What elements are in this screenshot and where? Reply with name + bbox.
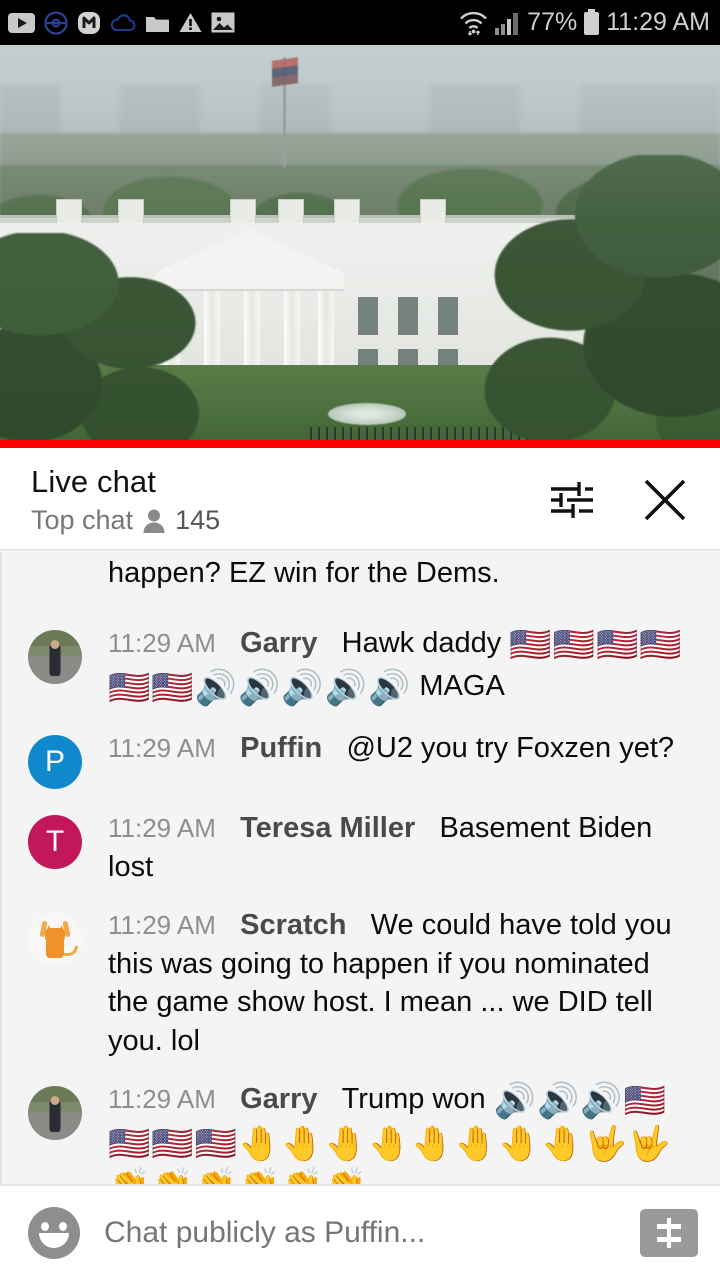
close-icon[interactable] xyxy=(640,475,690,525)
chat-message-author[interactable]: Garry xyxy=(240,1083,317,1115)
page-title: Live chat xyxy=(31,463,156,499)
pokeball-icon xyxy=(44,10,68,35)
chat-message-body: 11:29 AM Teresa Miller Basement Biden lo… xyxy=(82,809,698,886)
avatar[interactable] xyxy=(28,630,82,684)
video-fountain xyxy=(328,403,406,425)
viewer-count: 145 xyxy=(175,505,221,536)
youtube-icon xyxy=(8,12,35,33)
chat-message-body: 11:29 AM Garry Hawk daddy 🇺🇸🇺🇸🇺🇸🇺🇸🇺🇸🇺🇸🔊🔊… xyxy=(82,624,698,709)
chat-message-text: happen? EZ win for the Dems. xyxy=(108,557,500,589)
chat-message-text: Hawk daddy xyxy=(341,627,510,659)
chat-message-timestamp: 11:29 AM xyxy=(108,628,216,658)
chat-message-timestamp: 11:29 AM xyxy=(108,733,216,763)
video-progress-bar[interactable] xyxy=(0,440,720,448)
video-player[interactable] xyxy=(0,45,720,448)
live-chat-header: Live chat Top chat 145 xyxy=(0,448,720,552)
chat-message-author[interactable]: Teresa Miller xyxy=(240,812,415,844)
chat-message-text: Trump won xyxy=(341,1083,494,1116)
chat-message-text: @U2 you try Foxzen yet? xyxy=(346,732,675,764)
person-icon xyxy=(142,508,166,534)
chat-message-scratch-1[interactable]: 11:29 AM Scratch We could have told you … xyxy=(2,896,708,1070)
chat-mode-row[interactable]: Top chat 145 xyxy=(31,505,548,536)
status-bar-notification-icons xyxy=(8,10,235,35)
chat-message-partial[interactable]: happen? EZ win for the Dems. xyxy=(2,552,708,614)
video-right-tree xyxy=(460,155,720,448)
chat-message-author[interactable]: Garry xyxy=(240,627,317,659)
chat-message-body: 11:29 AM Puffin @U2 you try Foxzen yet? xyxy=(82,729,698,768)
image-icon xyxy=(211,12,235,33)
avatar[interactable] xyxy=(28,1086,82,1141)
avatar-letter: T xyxy=(45,825,65,858)
battery-icon xyxy=(583,9,600,36)
chat-input[interactable] xyxy=(104,1216,616,1250)
emoji-face-icon[interactable] xyxy=(28,1207,80,1259)
chat-message-timestamp: 11:29 AM xyxy=(108,813,216,843)
chat-message-teresa-1[interactable]: T 11:29 AM Teresa Miller Basement Biden … xyxy=(2,799,708,896)
chat-message-text-after: MAGA xyxy=(411,669,505,702)
chat-message-garry-2[interactable]: 11:29 AM Garry Trump won 🔊🔊🔊🇺🇸🇺🇸🇺🇸🇺🇸🤚🤚🤚🤚… xyxy=(2,1070,708,1184)
live-chat-message-list[interactable]: happen? EZ win for the Dems. 11:29 AM Ga… xyxy=(0,552,720,1184)
battery-percent-label: 77% xyxy=(527,8,578,36)
chat-message-garry-1[interactable]: 11:29 AM Garry Hawk daddy 🇺🇸🇺🇸🇺🇸🇺🇸🇺🇸🇺🇸🔊🔊… xyxy=(2,614,708,719)
wifi-icon xyxy=(458,9,489,36)
status-bar-clock: 11:29 AM xyxy=(606,8,710,36)
phone-screen: 77% 11:29 AM Live chat Top chat 145 happ… xyxy=(0,0,720,1280)
status-bar: 77% 11:29 AM xyxy=(0,0,720,45)
dollar-superchat-icon[interactable] xyxy=(640,1209,698,1257)
live-chat-header-text: Live chat Top chat 145 xyxy=(31,464,548,537)
chat-composer xyxy=(0,1184,720,1280)
chat-mode-label: Top chat xyxy=(31,505,134,536)
chat-message-body: happen? EZ win for the Dems. xyxy=(82,554,698,593)
m-app-icon xyxy=(77,11,101,35)
chat-message-timestamp: 11:29 AM xyxy=(108,1084,216,1115)
tune-sliders-icon[interactable] xyxy=(548,478,596,522)
avatar[interactable]: T xyxy=(28,815,82,869)
avatar-letter: P xyxy=(44,745,65,778)
chat-message-body: 11:29 AM Scratch We could have told you … xyxy=(82,906,698,1060)
folder-icon xyxy=(145,13,170,33)
cloud-icon xyxy=(110,13,136,33)
status-bar-system-icons: 77% 11:29 AM xyxy=(458,8,710,37)
flag-icon xyxy=(272,57,298,87)
avatar-placeholder xyxy=(28,560,82,614)
cellular-signal-icon xyxy=(495,11,521,35)
warning-icon xyxy=(179,12,202,33)
avatar[interactable] xyxy=(28,912,82,967)
chat-header-actions xyxy=(548,475,698,525)
chat-message-body: 11:29 AM Garry Trump won 🔊🔊🔊🇺🇸🇺🇸🇺🇸🇺🇸🤚🤚🤚🤚… xyxy=(82,1080,698,1184)
chat-message-author[interactable]: Puffin xyxy=(240,732,322,764)
video-left-tree xyxy=(0,233,210,448)
chat-message-puffin-1[interactable]: P 11:29 AM Puffin @U2 you try Foxzen yet… xyxy=(2,719,708,799)
avatar[interactable]: P xyxy=(28,735,82,789)
chat-message-timestamp: 11:29 AM xyxy=(108,910,216,941)
chat-message-author[interactable]: Scratch xyxy=(240,909,346,941)
